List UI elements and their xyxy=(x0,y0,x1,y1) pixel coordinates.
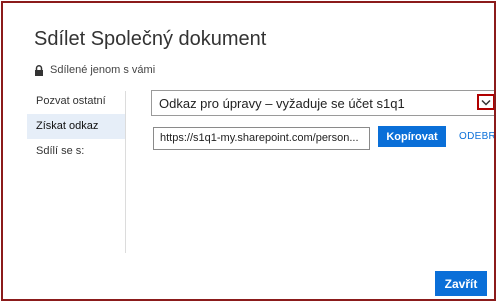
link-permission-value: Odkaz pro úpravy – vyžaduje se účet s1q1 xyxy=(159,95,405,111)
sharing-status-text: Sdílené jenom s vámi xyxy=(50,64,156,76)
nav-item-shared-with[interactable]: Sdílí se s: xyxy=(27,139,125,164)
close-button[interactable]: Zavřít xyxy=(435,271,487,296)
share-url-field[interactable]: https://s1q1-my.sharepoint.com/person... xyxy=(153,127,370,150)
chevron-down-icon xyxy=(481,99,491,106)
share-nav: Pozvat ostatní Získat odkaz Sdílí se s: xyxy=(27,89,125,164)
nav-item-invite[interactable]: Pozvat ostatní xyxy=(27,89,125,114)
sharing-status: Sdílené jenom s vámi xyxy=(34,64,155,76)
lock-icon xyxy=(35,64,43,76)
link-permission-select[interactable]: Odkaz pro úpravy – vyžaduje se účet s1q1 xyxy=(151,90,494,116)
nav-divider xyxy=(125,91,126,253)
copy-button[interactable]: Kopírovat xyxy=(378,126,446,147)
nav-item-get-link[interactable]: Získat odkaz xyxy=(27,114,125,139)
share-dialog: Sdílet Společný dokument Sdílené jenom s… xyxy=(1,1,496,301)
dialog-title: Sdílet Společný dokument xyxy=(34,28,267,50)
dropdown-toggle[interactable] xyxy=(477,94,494,110)
remove-link-button[interactable]: ODEBRAT xyxy=(459,131,494,142)
